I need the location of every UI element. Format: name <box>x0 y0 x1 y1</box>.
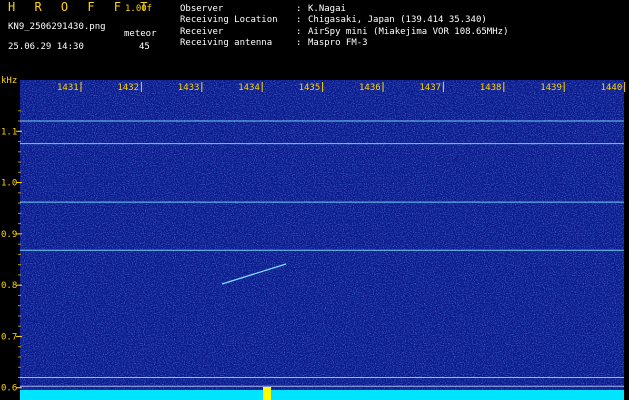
x-tick-label: 1435 <box>299 83 321 93</box>
x-tick-label: 1438 <box>480 83 502 93</box>
y-tick-label: 0.6 <box>1 384 17 394</box>
bottom-band <box>20 390 624 400</box>
spectrogram-noise <box>20 80 624 398</box>
x-tick-label: 1439 <box>540 83 562 93</box>
y-axis-label: kHz <box>1 76 17 86</box>
y-tick-label: 0.7 <box>1 332 17 342</box>
bottom-band-marker <box>263 387 271 400</box>
spectrogram: 1431 1432 1433 1434 1435 1436 1437 1438 1439 1440… <box>1 76 626 400</box>
y-tick-label: 1.1 <box>1 127 17 137</box>
hrofft-window: H R O F F T 1.00f KN9_2506291430.png 25.… <box>0 0 629 400</box>
x-tick-label: 1437 <box>419 83 441 93</box>
x-tick-label: 1436 <box>359 83 381 93</box>
x-tick-label: 1432 <box>117 83 139 93</box>
y-tick-label: 0.8 <box>1 281 17 291</box>
x-tick-label: 1431 <box>57 83 79 93</box>
y-tick-label: 0.9 <box>1 230 17 240</box>
x-tick-label: 1440 <box>601 83 623 93</box>
y-tick-label: 1.0 <box>1 179 17 189</box>
x-tick-label: 1434 <box>238 83 260 93</box>
x-tick-label: 1433 <box>178 83 200 93</box>
